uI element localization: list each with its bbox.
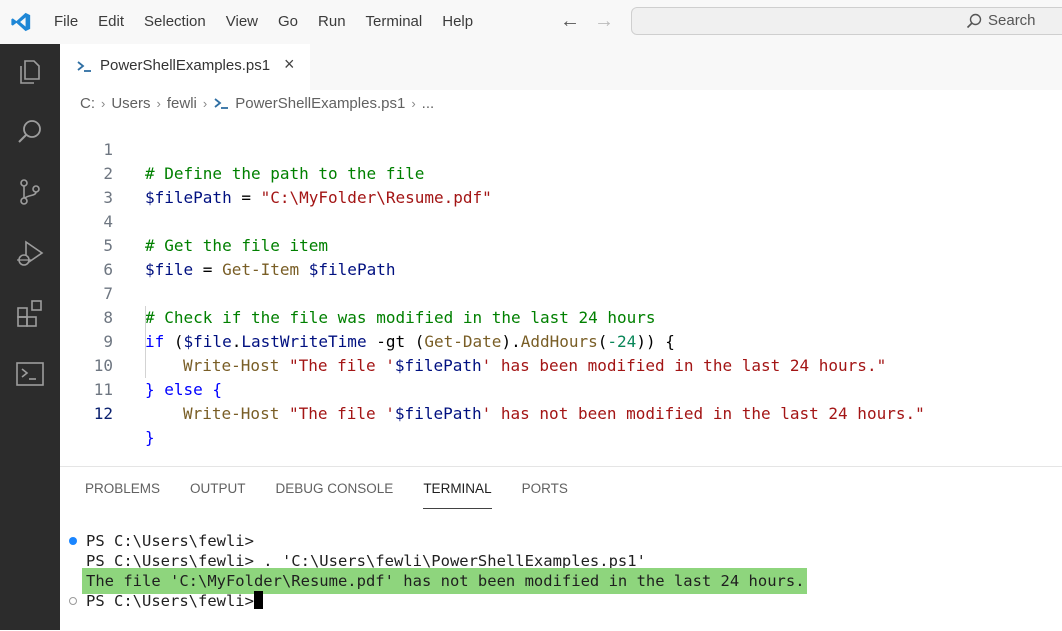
- line-number: 12: [93, 404, 113, 423]
- breadcrumb: C: › Users › fewli › PowerShellExamples.…: [80, 92, 434, 114]
- code-line: 4 # Get the file item: [60, 186, 1062, 255]
- explorer-icon[interactable]: [14, 56, 46, 88]
- activity-bar: [0, 44, 60, 630]
- breadcrumb-users[interactable]: Users: [111, 95, 150, 112]
- keyword: }: [145, 428, 155, 447]
- code-line: 9 Write-Host "The file '$filePath' has b…: [60, 306, 1062, 375]
- menu-bar: File Edit Selection View Go Run Terminal…: [44, 0, 483, 44]
- close-icon[interactable]: ×: [284, 54, 295, 75]
- variable: $filePath: [394, 404, 482, 423]
- code-line: 11 Write-Host "The file '$filePath' has …: [60, 354, 1062, 423]
- editor-tab-bar: PowerShellExamples.ps1 ×: [60, 44, 1062, 90]
- string: ' has not been modified in the last 24 h…: [481, 404, 925, 423]
- run-debug-icon[interactable]: [14, 238, 46, 270]
- title-bar: File Edit Selection View Go Run Terminal…: [0, 0, 1062, 44]
- bottom-panel: PROBLEMS OUTPUT DEBUG CONSOLE TERMINAL P…: [60, 466, 1062, 631]
- string: "The file ': [279, 404, 395, 423]
- code-line: 2 $filePath = "C:\MyFolder\Resume.pdf": [60, 138, 1062, 207]
- menu-go[interactable]: Go: [268, 0, 308, 44]
- command-success-icon: [69, 537, 77, 545]
- code-line: 1 # Define the path to the file: [60, 114, 1062, 183]
- chevron-right-icon: ›: [202, 95, 208, 111]
- search-label: Search: [988, 12, 1036, 29]
- code-line: 10 } else {: [60, 330, 1062, 399]
- code-editor[interactable]: 1 # Define the path to the file 2 $fileP…: [60, 114, 1062, 447]
- tab-powershell-examples[interactable]: PowerShellExamples.ps1 ×: [60, 44, 310, 90]
- terminal-icon[interactable]: [14, 358, 46, 390]
- menu-selection[interactable]: Selection: [134, 0, 216, 44]
- terminal-line: PS C:\Users\fewli>: [86, 532, 254, 550]
- menu-run[interactable]: Run: [308, 0, 356, 44]
- tab-problems[interactable]: PROBLEMS: [70, 467, 175, 511]
- breadcrumb-file[interactable]: PowerShellExamples.ps1: [235, 95, 405, 112]
- extensions-icon[interactable]: [14, 298, 46, 330]
- chevron-right-icon: ›: [411, 95, 416, 111]
- powershell-file-icon: [214, 98, 229, 109]
- terminal-prompt-line: PS C:\Users\fewli>: [86, 591, 263, 611]
- search-icon: [966, 13, 982, 29]
- code-line: 6: [60, 234, 1062, 279]
- tab-label: PowerShellExamples.ps1: [100, 57, 271, 74]
- source-control-icon[interactable]: [14, 176, 46, 208]
- menu-terminal[interactable]: Terminal: [356, 0, 433, 44]
- code-line: 12 }: [60, 378, 1062, 447]
- breadcrumb-fewli[interactable]: fewli: [167, 95, 197, 112]
- command-pending-icon: [69, 597, 77, 605]
- menu-file[interactable]: File: [44, 0, 88, 44]
- search-activity-icon[interactable]: [14, 116, 46, 148]
- forward-arrow-icon[interactable]: →: [594, 10, 614, 33]
- terminal-prompt: PS C:\Users\fewli>: [86, 592, 254, 610]
- vscode-logo-icon: [11, 12, 31, 32]
- panel-tabs: PROBLEMS OUTPUT DEBUG CONSOLE TERMINAL P…: [70, 467, 583, 511]
- tab-ports[interactable]: PORTS: [507, 467, 583, 511]
- terminal-output-line: The file 'C:\MyFolder\Resume.pdf' has no…: [86, 572, 805, 590]
- breadcrumb-drive[interactable]: C:: [80, 95, 95, 112]
- tab-debug-console[interactable]: DEBUG CONSOLE: [261, 467, 409, 511]
- tab-output[interactable]: OUTPUT: [175, 467, 261, 511]
- code-line: 5 $file = Get-Item $filePath: [60, 210, 1062, 279]
- indent-guide: [145, 306, 146, 378]
- chevron-right-icon: ›: [156, 95, 161, 111]
- menu-view[interactable]: View: [216, 0, 268, 44]
- powershell-file-icon: [77, 61, 91, 72]
- breadcrumb-more[interactable]: ...: [422, 95, 435, 112]
- chevron-right-icon: ›: [101, 95, 106, 111]
- menu-edit[interactable]: Edit: [88, 0, 134, 44]
- terminal-cursor: [253, 591, 263, 609]
- command-center-search[interactable]: Search: [631, 7, 1062, 35]
- menu-help[interactable]: Help: [432, 0, 483, 44]
- code-line: 7 # Check if the file was modified in th…: [60, 258, 1062, 327]
- tab-terminal[interactable]: TERMINAL: [408, 467, 506, 511]
- code-line: 8 if ($file.LastWriteTime -gt (Get-Date)…: [60, 282, 1062, 351]
- code-line: 3: [60, 162, 1062, 207]
- back-arrow-icon[interactable]: ←: [560, 10, 580, 33]
- cmdlet: Write-Host: [183, 404, 280, 423]
